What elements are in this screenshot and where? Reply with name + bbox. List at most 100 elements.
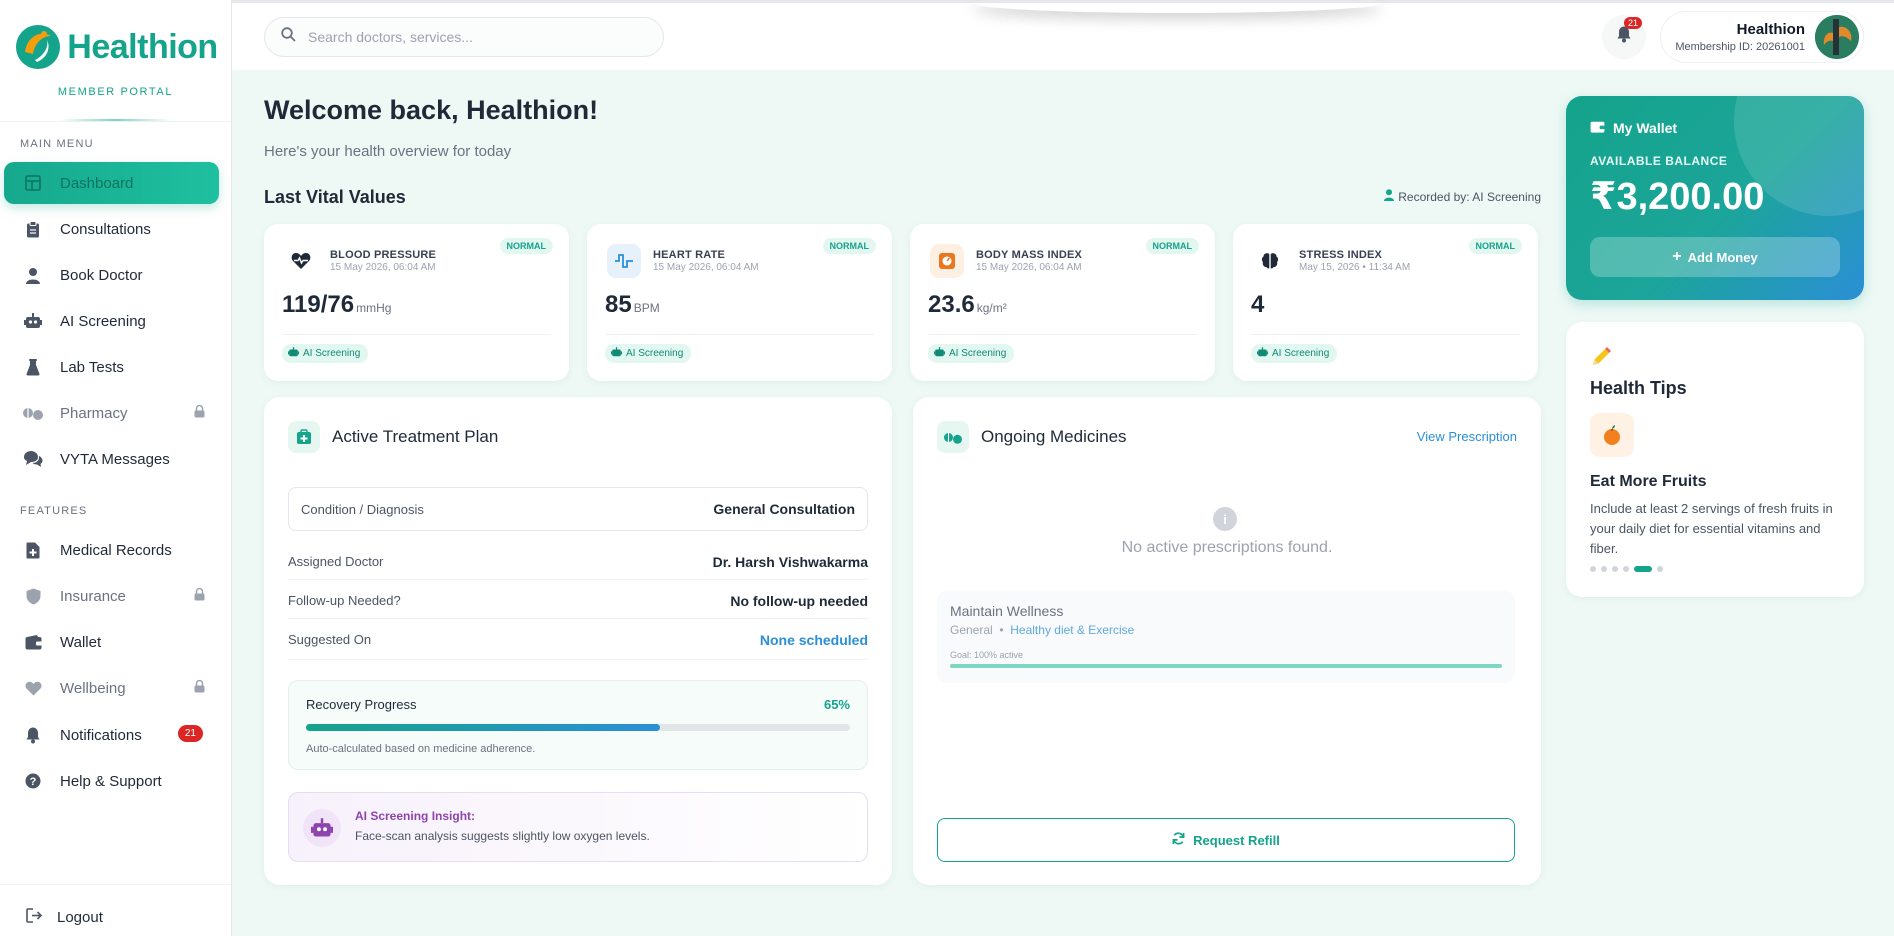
carousel-dot[interactable]	[1590, 566, 1596, 572]
robot-icon	[303, 809, 341, 847]
carousel-dot[interactable]	[1623, 566, 1629, 572]
sidebar-item-medical-records[interactable]: Medical Records	[4, 529, 219, 571]
sidebar-item-consultations[interactable]: Consultations	[4, 208, 219, 250]
robot-icon	[934, 347, 945, 360]
top-header: 21 Healthion Membership ID: 20261001	[232, 0, 1894, 70]
vital-value-wrap: 4	[1251, 291, 1266, 319]
sidebar-item-book-doctor[interactable]: Book Doctor	[4, 254, 219, 296]
carousel-dot[interactable]	[1601, 566, 1607, 572]
vital-card-blood-pressure[interactable]: BLOOD PRESSURE 15 May 2026, 06:04 AM NOR…	[264, 224, 569, 381]
wallet-header: My Wallet	[1590, 120, 1677, 136]
condition-value: General Consultation	[713, 501, 855, 517]
lock-icon	[194, 587, 205, 605]
page-subtitle: Here's your health overview for today	[264, 143, 512, 160]
vital-time: May 15, 2026 • 11:34 AM	[1299, 262, 1411, 273]
carousel-dot[interactable]	[1657, 566, 1663, 572]
vital-card-stress-index[interactable]: STRESS INDEX May 15, 2026 • 11:34 AM NOR…	[1233, 224, 1538, 381]
treatment-plan-title: Active Treatment Plan	[332, 427, 499, 446]
followup-value: No follow-up needed	[730, 593, 868, 609]
brand-divider	[60, 119, 171, 121]
sidebar-item-label: Notifications	[60, 726, 142, 744]
wellness-card[interactable]: Maintain Wellness General • Healthy diet…	[937, 591, 1515, 683]
request-refill-button[interactable]: Request Refill	[937, 818, 1515, 862]
vital-card-bmi[interactable]: BODY MASS INDEX 15 May 2026, 06:04 AM NO…	[910, 224, 1215, 381]
tip-body: Include at least 2 servings of fresh fru…	[1590, 501, 1833, 556]
progress-track	[306, 724, 850, 731]
sidebar-item-help-support[interactable]: ? Help & Support	[4, 760, 219, 802]
vital-value: 23.6	[928, 291, 975, 318]
vital-unit: mmHg	[356, 301, 392, 315]
wellness-progress-bar	[950, 664, 1502, 668]
sidebar-item-insurance[interactable]: Insurance	[4, 575, 219, 617]
request-refill-label: Request Refill	[1193, 832, 1280, 848]
add-money-button[interactable]: + Add Money	[1590, 237, 1840, 277]
sidebar-item-lab-tests[interactable]: Lab Tests	[4, 346, 219, 388]
file-medical-icon	[22, 539, 44, 561]
search-input[interactable]	[308, 29, 628, 45]
search-bar[interactable]	[264, 17, 664, 57]
card-divider	[282, 334, 551, 335]
ai-insight-card[interactable]: AI Screening Insight: Face-scan analysis…	[288, 792, 868, 862]
sidebar-item-label: AI Screening	[60, 312, 146, 330]
vital-value-wrap: 119/76 mmHg	[282, 291, 391, 319]
notification-badge: 21	[177, 725, 203, 742]
insight-text: Face-scan analysis suggests slightly low…	[355, 829, 650, 843]
vital-unit: BPM	[633, 301, 660, 315]
condition-label: Condition / Diagnosis	[301, 502, 424, 517]
recorded-by-text: Recorded by: AI Screening	[1398, 189, 1541, 204]
source-tag: AI Screening	[605, 344, 692, 363]
sidebar-item-label: Insurance	[60, 587, 126, 605]
vital-card-heart-rate[interactable]: HEART RATE 15 May 2026, 06:04 AM NORMAL …	[587, 224, 892, 381]
card-divider	[1251, 334, 1520, 335]
sidebar-item-wallet[interactable]: Wallet	[4, 621, 219, 663]
card-divider	[928, 334, 1197, 335]
logout-button[interactable]: Logout	[26, 908, 103, 927]
progress-percent: 65%	[823, 697, 850, 712]
bell-icon	[1617, 26, 1631, 48]
healthion-logo-icon	[16, 25, 61, 69]
empty-state-text: No active prescriptions found.	[1121, 539, 1333, 556]
doctor-label: Assigned Doctor	[288, 554, 384, 569]
profile-name: Healthion	[1736, 21, 1805, 38]
vital-value: 4	[1251, 291, 1265, 318]
vital-value: 85	[605, 291, 632, 318]
source-tag-label: AI Screening	[303, 348, 361, 359]
vital-unit: kg/m²	[976, 301, 1007, 315]
carousel-dot[interactable]	[1634, 566, 1652, 572]
sidebar-item-label: Wellbeing	[60, 679, 126, 697]
status-badge: NORMAL	[499, 238, 553, 254]
row-divider	[288, 579, 868, 580]
grid-icon	[22, 172, 44, 194]
vital-value: 119/76	[282, 291, 355, 318]
orange-fruit-icon	[1590, 413, 1634, 457]
flask-icon	[22, 356, 44, 378]
add-money-label: Add Money	[1687, 249, 1758, 265]
carousel-dot[interactable]	[1612, 566, 1618, 572]
header-shadow	[972, 0, 1382, 13]
sidebar-item-wellbeing[interactable]: Wellbeing	[4, 667, 219, 709]
lock-icon	[194, 404, 205, 422]
robot-icon	[288, 347, 299, 360]
sidebar-item-pharmacy[interactable]: Pharmacy	[4, 392, 219, 434]
profile-menu[interactable]: Healthion Membership ID: 20261001	[1660, 11, 1864, 63]
row-divider	[288, 659, 868, 660]
sidebar-item-dashboard[interactable]: Dashboard	[4, 162, 219, 204]
view-prescription-link[interactable]: View Prescription	[1417, 429, 1517, 444]
svg-text:?: ?	[30, 776, 37, 788]
vitals-section-title: Last Vital Values	[264, 187, 406, 207]
health-tips-title: Health Tips	[1590, 378, 1687, 398]
heart-pulse-icon	[284, 244, 318, 278]
sidebar-item-vyta-messages[interactable]: VYTA Messages	[4, 438, 219, 480]
sidebar-item-notifications[interactable]: Notifications 21	[4, 714, 219, 756]
source-tag: AI Screening	[928, 344, 1015, 363]
refresh-icon	[1172, 832, 1185, 848]
pencil-icon	[1590, 346, 1612, 373]
recorded-by: Recorded by: AI Screening	[1384, 189, 1541, 204]
question-icon: ?	[22, 770, 44, 792]
doctor-icon	[22, 264, 44, 286]
sidebar-item-ai-screening[interactable]: AI Screening	[4, 300, 219, 342]
notification-count-badge: 21	[1623, 17, 1642, 29]
brand: Healthion MEMBER PORTAL	[0, 0, 231, 122]
sidebar-item-label: Wallet	[60, 633, 102, 651]
notification-bell-button[interactable]: 21	[1602, 15, 1646, 59]
